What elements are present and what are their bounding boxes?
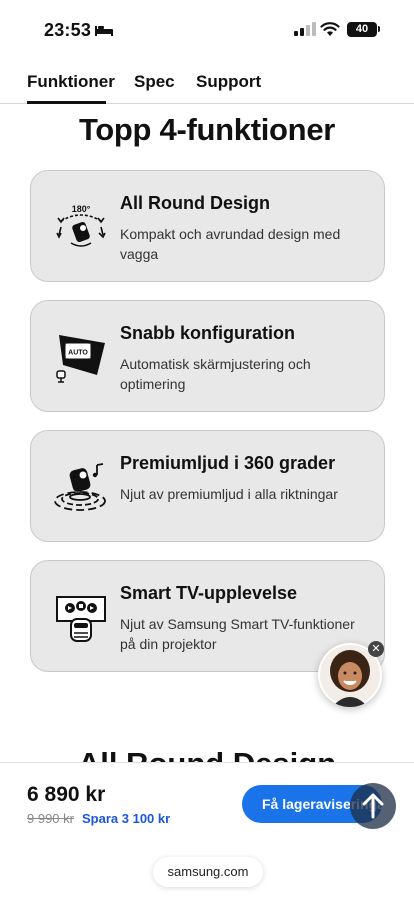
status-time: 23:53	[44, 20, 92, 40]
current-price: 6 890 kr	[27, 783, 106, 806]
battery-nub	[378, 26, 380, 32]
tab-bar: Funktioner Spec Support	[0, 56, 414, 104]
scroll-to-top-button[interactable]	[350, 783, 396, 829]
battery-level: 40	[355, 23, 369, 35]
bed-icon	[95, 26, 113, 36]
icon-label-180: 180°	[72, 204, 91, 214]
tab-support[interactable]: Support	[196, 72, 261, 92]
wifi-icon	[320, 22, 340, 36]
feature-card-all-round-design[interactable]: 180° All Round Design Kompakt och avrund…	[30, 170, 385, 282]
battery-indicator: 40	[347, 22, 377, 37]
auto-screen-icon: AUTO	[56, 335, 105, 383]
feature-title: Smart TV-upplevelse	[120, 583, 298, 603]
feature-description: Kompakt och avrundad design med vagga	[120, 226, 341, 262]
savings-text: Spara 3 100 kr	[82, 811, 171, 826]
section-title: Topp 4-funktioner	[78, 112, 336, 147]
feature-description: Njut av premiumljud i alla riktningar	[120, 486, 338, 502]
icon-label-auto: AUTO	[68, 350, 88, 357]
tab-funktioner[interactable]: Funktioner	[27, 72, 115, 92]
feature-title: Snabb konfiguration	[120, 323, 295, 343]
feature-title: Premiumljud i 360 grader	[120, 453, 336, 473]
feature-card-snabb-konfiguration[interactable]: AUTO Snabb konfiguration Automatisk skär…	[30, 300, 385, 412]
360-sound-icon	[54, 463, 106, 511]
feature-card-premiumljud[interactable]: Premiumljud i 360 grader Njut av premium…	[30, 430, 385, 542]
feature-description: Automatisk skärmjustering och optimering	[120, 356, 311, 392]
chat-close-icon[interactable]: ✕	[368, 641, 384, 657]
next-section-heading-clip: All Round Design	[0, 740, 414, 764]
status-bar: 23:53 40	[0, 0, 414, 56]
feature-title: All Round Design	[120, 193, 270, 213]
url-bar[interactable]: samsung.com	[153, 857, 263, 887]
cellular-signal-icon	[294, 22, 316, 36]
rotate-180-projector-icon: 180°	[56, 204, 106, 247]
tab-spec[interactable]: Spec	[134, 72, 175, 92]
arrow-up-icon	[362, 793, 384, 819]
active-tab-indicator	[27, 101, 106, 104]
smart-tv-icon	[56, 596, 106, 642]
original-price: 9 990 kr	[27, 811, 74, 826]
